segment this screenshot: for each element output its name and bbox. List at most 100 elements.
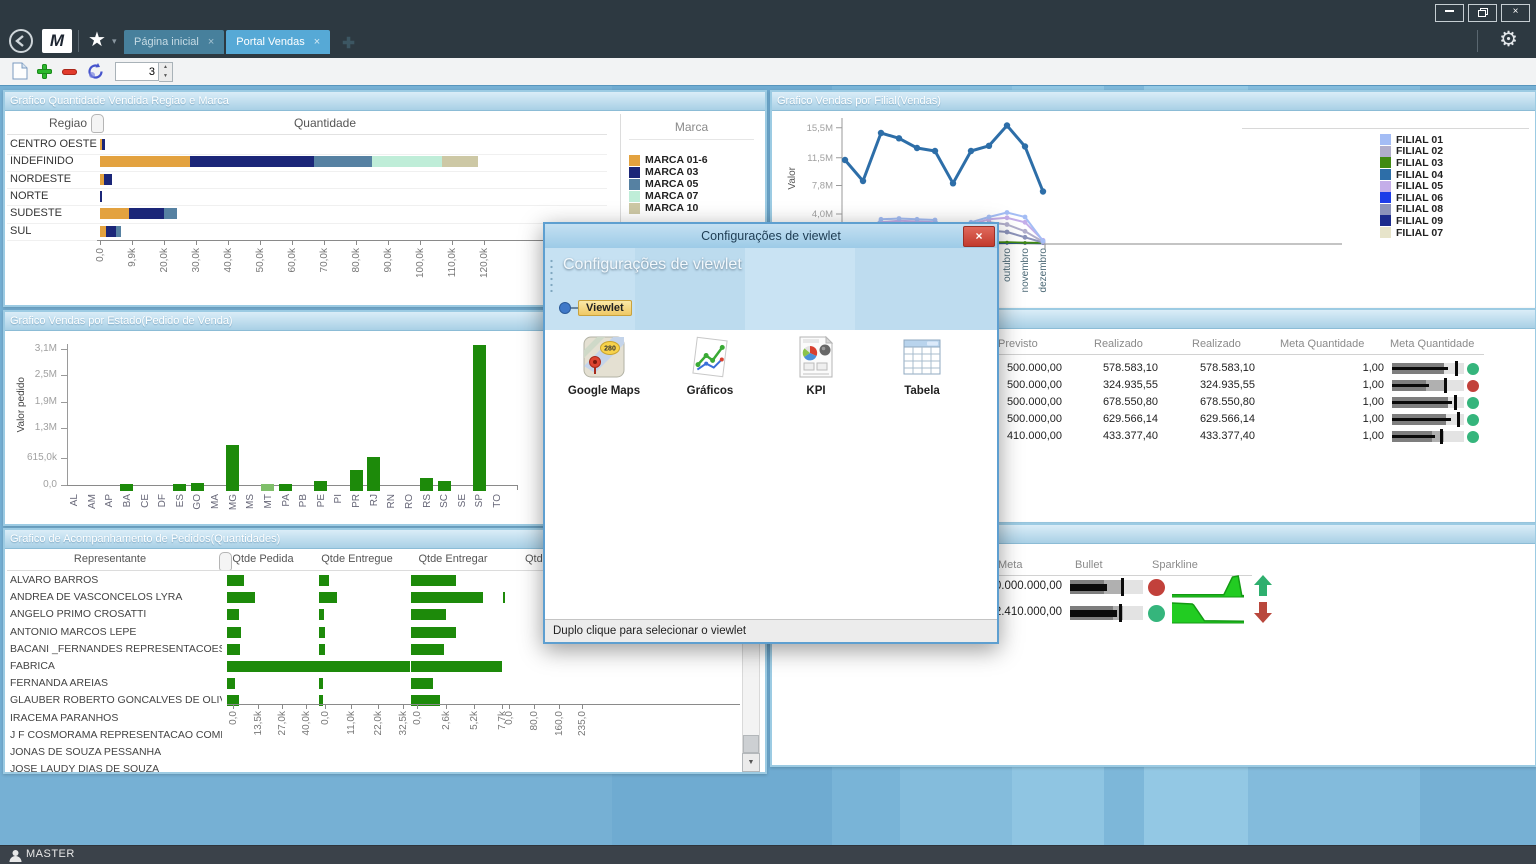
state-bar-pa[interactable]	[279, 484, 292, 491]
spin-down-button[interactable]: ▼	[159, 72, 172, 81]
panel-title[interactable]: Grafico Vendas por Filial(Vendas)	[772, 92, 1535, 111]
column-header-1[interactable]: Realizado	[1094, 338, 1143, 350]
state-bar-rs[interactable]	[420, 478, 433, 491]
state-bar-ba[interactable]	[120, 484, 133, 491]
qty-bar[interactable]	[319, 609, 324, 620]
bar-segment-marca-10[interactable]	[442, 156, 477, 167]
dialog-close-button[interactable]: ×	[963, 226, 995, 247]
bar-segment-marca-03[interactable]	[100, 191, 102, 202]
scroll-down-button[interactable]: ▼	[742, 753, 760, 772]
back-button[interactable]	[8, 28, 34, 54]
qty-bar[interactable]	[319, 678, 323, 689]
scrollbar-thumb[interactable]	[743, 735, 759, 753]
state-bar-go[interactable]	[191, 483, 204, 491]
viewlet-item-google-maps[interactable]: 280 Google Maps	[559, 336, 649, 397]
legend-item[interactable]: MARCA 07	[621, 190, 762, 202]
legend-item[interactable]: FILIAL 03	[1380, 157, 1443, 169]
tab-portal-vendas[interactable]: Portal Vendas×	[226, 30, 330, 54]
qty-bar[interactable]	[319, 627, 325, 638]
legend-item[interactable]: FILIAL 07	[1380, 227, 1443, 239]
viewlet-item-table[interactable]: Tabela	[877, 336, 967, 397]
qty-bar[interactable]	[411, 678, 433, 689]
qty-bar[interactable]	[227, 592, 255, 603]
qty-bar[interactable]	[411, 644, 444, 655]
state-bar-sc[interactable]	[438, 481, 451, 491]
qty-bar[interactable]	[411, 627, 456, 638]
column-header-4[interactable]: Meta Quantidade	[1390, 338, 1474, 350]
column-header-2[interactable]: Realizado	[1192, 338, 1241, 350]
legend-item[interactable]: FILIAL 02	[1380, 146, 1443, 158]
qty-bar[interactable]	[227, 678, 235, 689]
column-header-3[interactable]: Qtde Entregar	[408, 553, 498, 565]
state-bar-pe[interactable]	[314, 481, 327, 491]
bar-segment-marca-05[interactable]	[314, 156, 372, 167]
qty-bar[interactable]	[227, 609, 239, 620]
spin-up-button[interactable]: ▲	[159, 63, 172, 72]
column-splitter-handle[interactable]	[219, 552, 232, 571]
dialog-titlebar[interactable]: Configurações de viewlet ×	[545, 224, 997, 248]
qty-bar[interactable]	[411, 609, 446, 620]
bar-segment-marca-05[interactable]	[116, 226, 121, 237]
column-splitter-handle[interactable]	[91, 114, 104, 133]
legend-item[interactable]: FILIAL 05	[1380, 180, 1443, 192]
bar-segment-marca-03[interactable]	[104, 174, 112, 185]
restore-button[interactable]	[1468, 4, 1497, 22]
drag-grip-icon[interactable]	[549, 258, 554, 292]
state-bar-rj[interactable]	[367, 457, 380, 491]
qty-bar[interactable]	[319, 592, 337, 603]
state-bar-es[interactable]	[173, 484, 186, 491]
viewlet-item-charts[interactable]: Gráficos	[665, 336, 755, 397]
bar-segment-marca-03[interactable]	[102, 139, 105, 150]
qty-bar[interactable]	[411, 592, 483, 603]
state-bar-pr[interactable]	[350, 470, 363, 491]
qty-bar[interactable]	[319, 644, 325, 655]
qty-bar[interactable]	[319, 661, 409, 672]
new-page-button[interactable]	[12, 62, 28, 85]
column-header-2[interactable]: Qtde Entregue	[312, 553, 402, 565]
bar-segment-marca-07[interactable]	[372, 156, 442, 167]
bar-segment-marca-03[interactable]	[129, 208, 164, 219]
viewlet-item-kpi[interactable]: KPI	[771, 336, 861, 397]
legend-item[interactable]: FILIAL 08	[1380, 204, 1443, 216]
qty-bar[interactable]	[503, 592, 505, 603]
qty-bar[interactable]	[411, 661, 502, 672]
qty-bar[interactable]	[227, 627, 241, 638]
legend-item[interactable]: MARCA 10	[621, 202, 762, 214]
column-header-1[interactable]: Bullet	[1075, 559, 1103, 571]
bar-segment-marca-03[interactable]	[106, 226, 116, 237]
remove-button[interactable]	[62, 62, 77, 80]
bar-segment-marca-03[interactable]	[190, 156, 315, 167]
qty-bar[interactable]	[319, 575, 329, 586]
favorites-star-icon[interactable]: ★	[88, 27, 106, 52]
panel-title[interactable]: Grafico Quantidade Vendida Regiao e Marc…	[5, 92, 765, 111]
legend-item[interactable]: FILIAL 09	[1380, 215, 1443, 227]
qty-bar[interactable]	[227, 575, 244, 586]
legend-item[interactable]: MARCA 03	[621, 166, 762, 178]
column-header-2[interactable]: Sparkline	[1152, 559, 1198, 571]
legend-item[interactable]: FILIAL 01	[1380, 134, 1443, 146]
qty-bar[interactable]	[411, 575, 456, 586]
page-count-input[interactable]	[115, 62, 159, 81]
bar-segment-marca-01-6[interactable]	[100, 156, 190, 167]
qty-bar[interactable]	[227, 644, 240, 655]
column-header-0[interactable]: Previsto	[998, 338, 1038, 350]
chevron-down-icon[interactable]: ▾	[112, 36, 117, 47]
bar-segment-marca-05[interactable]	[164, 208, 177, 219]
tab-close-icon[interactable]: ×	[314, 36, 320, 48]
column-header-0[interactable]: Representante	[25, 553, 195, 565]
state-bar-mg[interactable]	[226, 445, 239, 491]
state-bar-sp[interactable]	[473, 345, 486, 491]
viewlet-node-label[interactable]: Viewlet	[578, 300, 632, 316]
refresh-button[interactable]	[86, 62, 105, 86]
legend-item[interactable]: MARCA 01-6	[621, 154, 762, 166]
close-window-button[interactable]: ×	[1501, 4, 1530, 22]
bar-segment-marca-01-6[interactable]	[100, 208, 129, 219]
column-header-0[interactable]: Meta	[998, 559, 1022, 571]
add-button[interactable]	[37, 64, 52, 84]
column-header-3[interactable]: Meta Quantidade	[1280, 338, 1364, 350]
app-logo[interactable]: M	[42, 29, 72, 53]
state-bar-mt[interactable]	[261, 484, 274, 491]
gear-icon[interactable]: ⚙	[1499, 27, 1518, 52]
legend-item[interactable]: FILIAL 06	[1380, 192, 1443, 204]
minimize-button[interactable]	[1435, 4, 1464, 22]
